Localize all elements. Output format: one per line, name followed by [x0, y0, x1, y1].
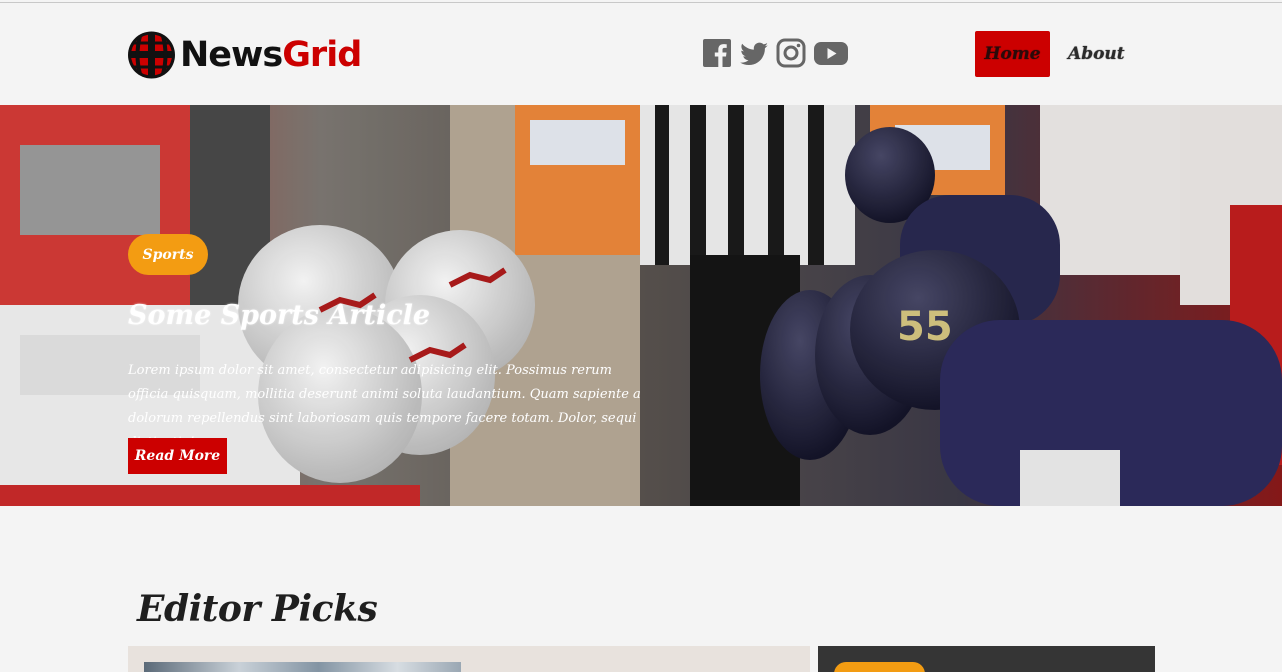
- category-tag-sports[interactable]: Sports: [128, 234, 208, 275]
- social-links: [702, 38, 850, 68]
- youtube-icon[interactable]: [813, 38, 848, 68]
- side-pick-card[interactable]: [818, 646, 1155, 672]
- nav-about-link[interactable]: About: [1068, 44, 1125, 64]
- logo-text-grid: Grid: [282, 35, 362, 75]
- logo-text-news: News: [180, 35, 283, 75]
- read-more-button[interactable]: Read More: [128, 438, 227, 474]
- nav-home-link[interactable]: Home: [975, 31, 1050, 77]
- facebook-icon[interactable]: [702, 38, 732, 68]
- site-logo[interactable]: NewsGrid: [127, 28, 362, 82]
- instagram-icon[interactable]: [776, 38, 806, 68]
- hero-title[interactable]: Some Sports Article: [128, 299, 648, 333]
- hero-banner: 55 Sports Some Sports Article Lorem ipsu…: [0, 105, 1282, 506]
- side-pick-category-tag[interactable]: [834, 662, 925, 672]
- main-nav: Home About: [975, 31, 1125, 77]
- featured-pick-image[interactable]: [144, 662, 461, 672]
- globe-logo-icon: [128, 31, 175, 79]
- featured-pick-card[interactable]: [128, 646, 810, 672]
- twitter-icon[interactable]: [739, 38, 769, 68]
- site-header: NewsGrid Home About: [0, 3, 1282, 105]
- editor-picks-heading: Editor Picks: [137, 588, 378, 630]
- logo-wordmark: NewsGrid: [180, 28, 362, 82]
